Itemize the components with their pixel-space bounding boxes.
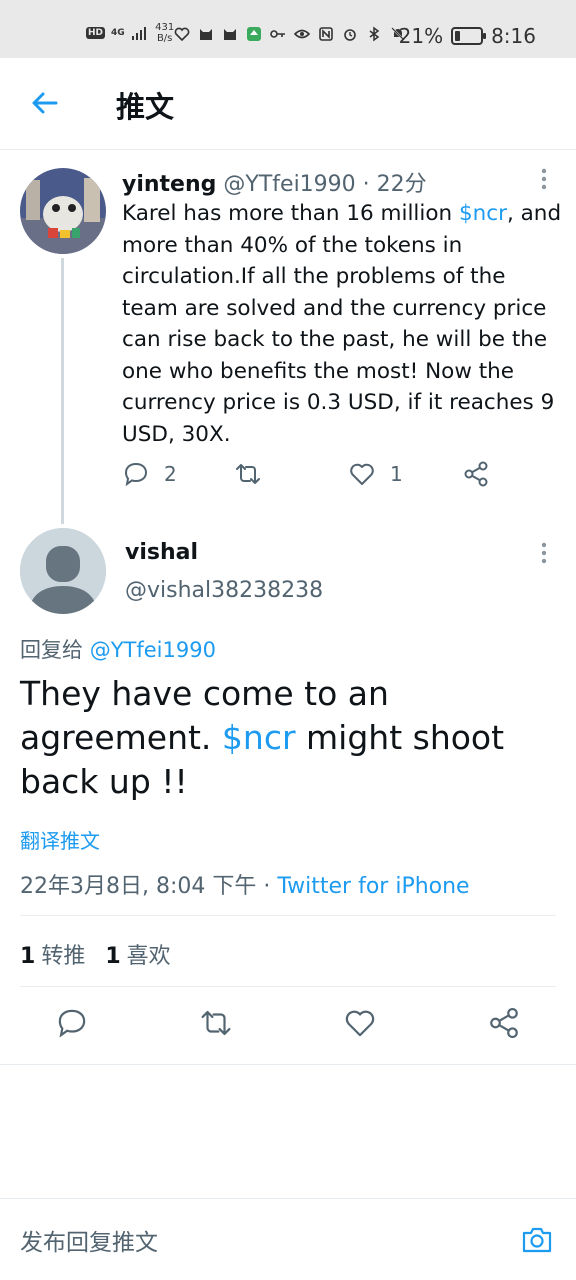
retweet-icon[interactable] — [199, 1006, 233, 1040]
retweets-number: 1 — [20, 944, 36, 969]
reply-input[interactable]: 发布回复推文 — [20, 1223, 158, 1257]
more-options-icon-main[interactable] — [536, 542, 552, 564]
parent-tweet-time: 22分 — [376, 172, 427, 197]
author-name[interactable]: vishal — [125, 540, 198, 565]
cashtag-link[interactable]: $ncr — [222, 718, 296, 757]
likes-stat[interactable]: 1 喜欢 — [105, 938, 170, 970]
reply-to-handle-link[interactable]: @YTfei1990 — [90, 638, 216, 662]
retweet-icon — [236, 464, 260, 484]
reply-count: 2 — [164, 462, 177, 486]
heart-icon — [350, 463, 374, 485]
author-handle[interactable]: @vishal38238238 — [125, 578, 323, 603]
engagement-stats: 1 转推 1 喜欢 — [20, 938, 171, 970]
parent-tweet-actions: 2 1 — [122, 460, 502, 496]
battery-icon — [451, 27, 487, 45]
reply-icon[interactable] — [55, 1006, 89, 1040]
more-options-icon[interactable] — [536, 168, 552, 190]
signal-bars-icon — [131, 27, 146, 40]
parent-cashtag-link[interactable]: $ncr — [459, 201, 507, 226]
cat-icon — [200, 29, 212, 40]
parent-text-part1: Karel has more than 16 million — [122, 201, 459, 226]
default-avatar-icon — [20, 528, 106, 614]
parent-tweet-header: yinteng @YTfei1990 · 22分 — [122, 166, 427, 198]
replying-to: 回复给 @YTfei1990 — [20, 634, 216, 664]
tweet-source-link[interactable]: Twitter for iPhone — [277, 874, 469, 899]
status-right: 21% 8:16 — [399, 24, 536, 48]
heart-icon[interactable] — [343, 1006, 377, 1040]
reply-to-prefix: 回复给 — [20, 638, 90, 662]
parent-text-part2: , and more than 40% of the tokens in cir… — [122, 201, 562, 447]
parent-tweet-text: Karel has more than 16 million $ncr, and… — [122, 198, 562, 450]
bluetooth-icon — [369, 26, 380, 42]
author-avatar[interactable] — [20, 528, 106, 614]
top-app-bar: 推文 — [0, 58, 576, 150]
parent-author-handle[interactable]: @YTfei1990 — [223, 172, 355, 197]
cat-icon-2 — [224, 29, 236, 40]
alarm-icon — [344, 29, 356, 41]
tweet-date: 22年3月8日, 8:04 下午 — [20, 874, 257, 899]
thread-connector — [61, 258, 64, 524]
parent-meta-separator: · — [355, 172, 377, 197]
divider — [0, 1064, 576, 1065]
share-action[interactable] — [462, 460, 490, 488]
retweets-stat[interactable]: 1 转推 — [20, 938, 85, 970]
likes-label: 喜欢 — [126, 944, 171, 969]
eye-icon — [294, 29, 310, 39]
tweet-text: They have come to an agreement. $ncr mig… — [20, 672, 540, 804]
retweets-label: 转推 — [41, 944, 86, 969]
status-left: HD 4G 431 B/s — [86, 22, 177, 44]
divider — [20, 986, 556, 987]
heart-pulse-icon — [174, 27, 190, 42]
like-count: 1 — [390, 462, 403, 486]
status-icons — [174, 26, 406, 42]
parent-author-name[interactable]: yinteng — [122, 172, 216, 197]
share-icon — [464, 461, 488, 487]
parent-avatar-image — [20, 168, 106, 254]
camera-icon[interactable] — [520, 1223, 554, 1257]
battery-fill — [455, 31, 461, 41]
clock: 8:16 — [491, 24, 536, 48]
share-icon[interactable] — [487, 1006, 521, 1040]
arrow-left-icon[interactable] — [28, 86, 62, 120]
reply-action[interactable]: 2 — [122, 460, 177, 488]
tweet-actions — [0, 1006, 576, 1046]
nfc-icon — [319, 27, 333, 41]
parent-avatar[interactable] — [20, 168, 106, 254]
divider — [20, 915, 556, 916]
hd-badge: HD — [86, 27, 106, 39]
likes-number: 1 — [105, 944, 121, 969]
retweet-action[interactable] — [234, 460, 276, 488]
status-bar: HD 4G 431 B/s 21% 8:16 — [0, 0, 576, 58]
key-icon — [270, 30, 285, 38]
like-action[interactable]: 1 — [348, 460, 403, 488]
signal-type: 4G — [111, 28, 125, 38]
reply-composer-bar: 发布回复推文 — [0, 1198, 576, 1280]
app-notification-icon — [247, 27, 261, 41]
tweet-timestamp: 22年3月8日, 8:04 下午 · Twitter for iPhone — [20, 868, 470, 900]
reply-icon — [124, 462, 148, 487]
page-title: 推文 — [116, 90, 175, 124]
timestamp-separator: · — [256, 874, 278, 899]
battery-percent: 21% — [398, 24, 444, 48]
translate-tweet-link[interactable]: 翻译推文 — [20, 825, 100, 854]
